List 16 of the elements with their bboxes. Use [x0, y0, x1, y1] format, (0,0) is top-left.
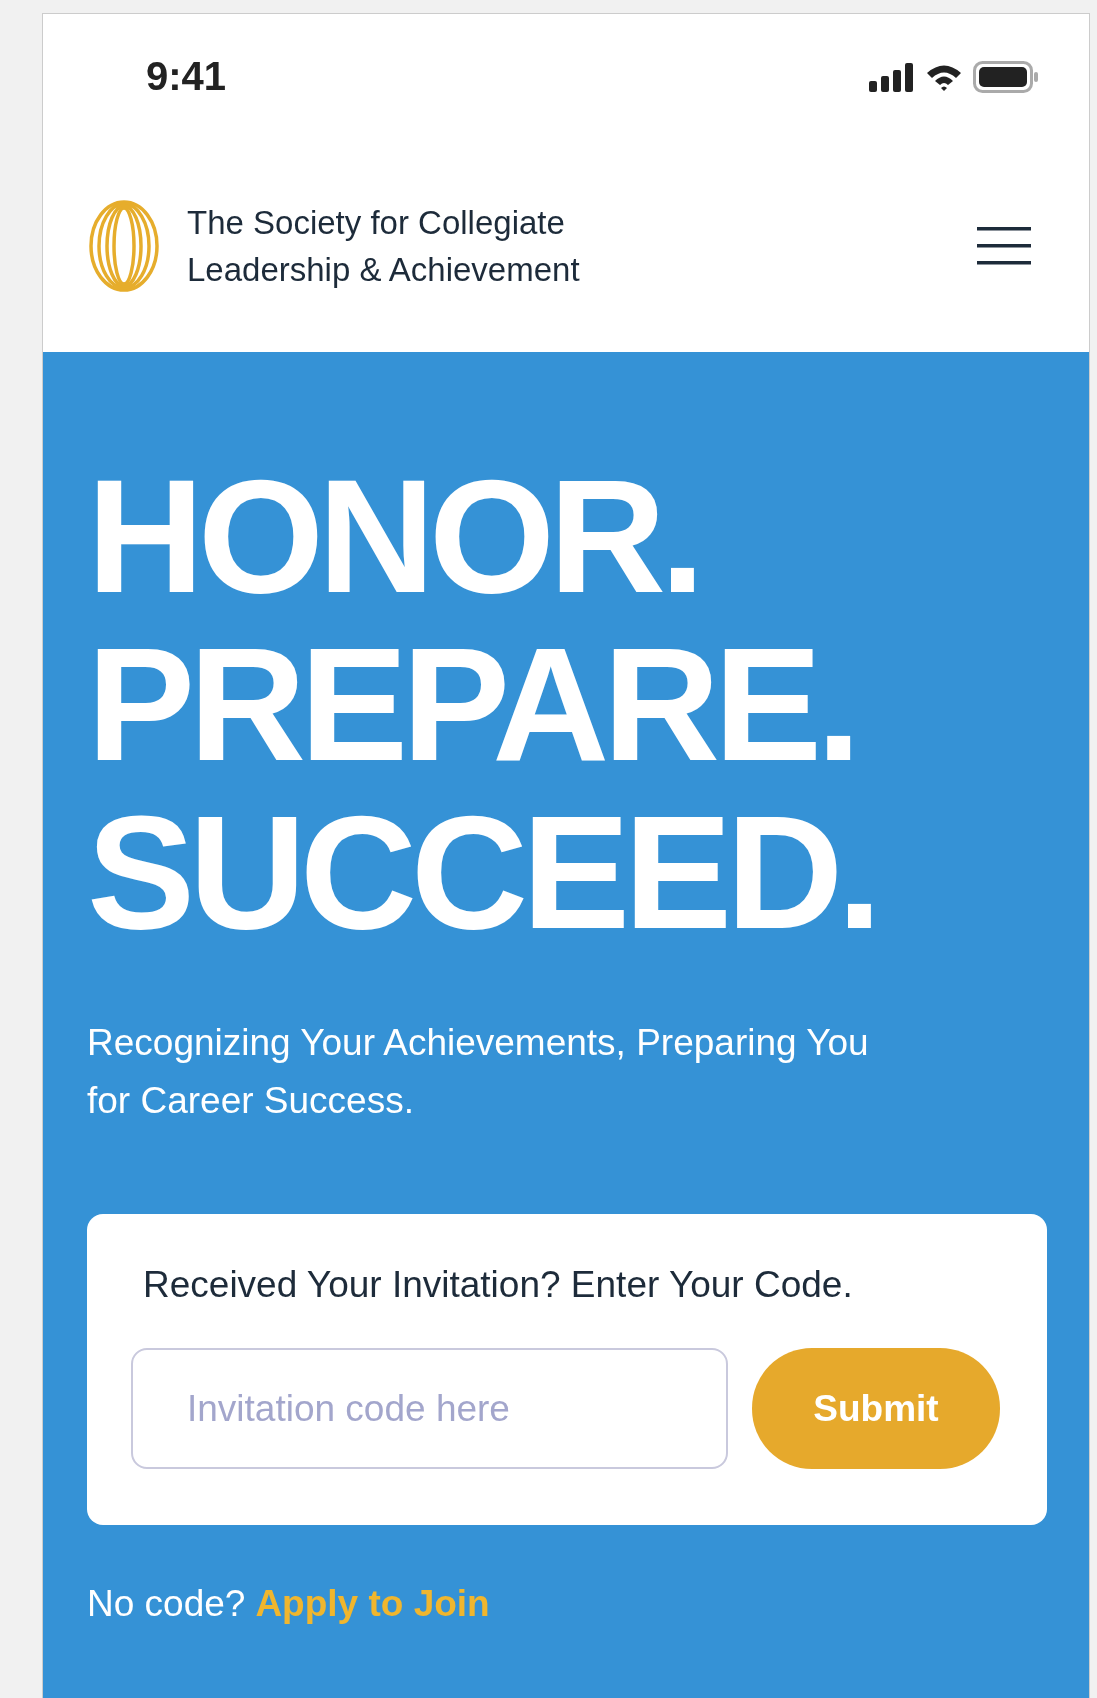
- headline: PREPARE.: [87, 620, 857, 788]
- signal-icon: [869, 61, 915, 92]
- organization-name: Leadership & Achievement: [187, 249, 580, 290]
- apply-link[interactable]: Apply to Join: [255, 1583, 490, 1625]
- headline: HONOR.: [87, 452, 700, 620]
- status-time: 9:41: [146, 54, 227, 99]
- card-title: Received Your Invitation? Enter Your Code.: [143, 1264, 854, 1306]
- invitation-code-field[interactable]: Invitation code here: [131, 1348, 728, 1469]
- menu-button[interactable]: [977, 226, 1031, 265]
- submit-button[interactable]: Submit: [752, 1348, 1000, 1469]
- no-code-prompt: No code?: [87, 1583, 246, 1625]
- subtitle: Recognizing Your Achievements, Preparing You for Career Success.: [87, 1021, 870, 1123]
- organization-name: The Society for Collegiate: [187, 202, 566, 243]
- logo-icon: [87, 198, 161, 293]
- battery-icon: [973, 60, 1039, 93]
- headline: SUCCEED.: [87, 788, 878, 956]
